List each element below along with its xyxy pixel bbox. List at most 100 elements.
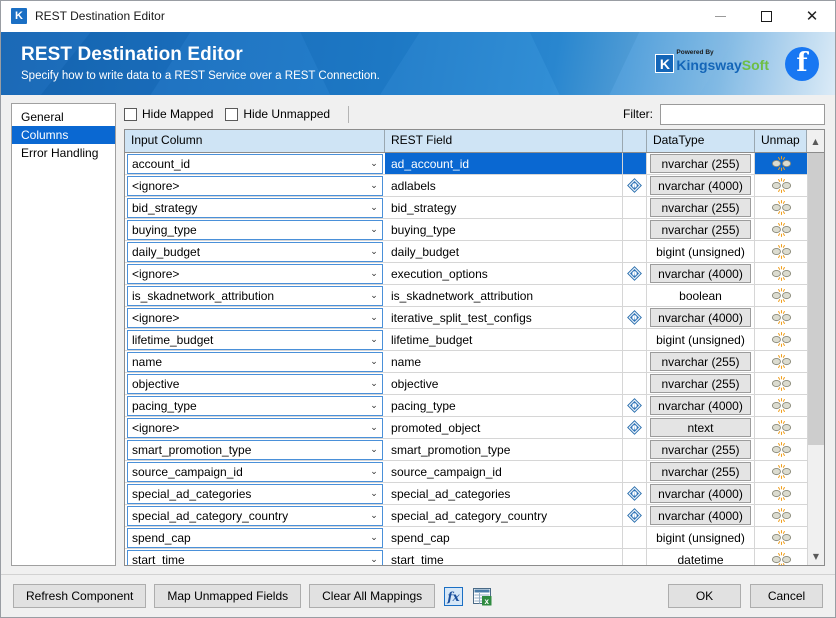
table-row[interactable]: is_skadnetwork_attribution ⌄ is_skadnetwor… xyxy=(125,285,807,307)
datatype-cell[interactable]: nvarchar (255) xyxy=(647,197,755,218)
input-column-combobox[interactable]: <ignore> ⌄ xyxy=(127,175,383,196)
chevron-down-icon[interactable]: ⌄ xyxy=(366,419,382,437)
unmap-icon[interactable] xyxy=(771,200,792,215)
complex-field-flag-cell[interactable] xyxy=(623,241,647,262)
chevron-down-icon[interactable]: ⌄ xyxy=(366,221,382,239)
unmap-cell[interactable] xyxy=(755,153,807,174)
datatype-button[interactable]: nvarchar (4000) xyxy=(650,308,751,327)
rest-field-cell[interactable]: bid_strategy xyxy=(385,197,623,218)
unmap-cell[interactable] xyxy=(755,263,807,284)
unmap-cell[interactable] xyxy=(755,505,807,526)
table-row[interactable]: name ⌄ name nvarchar (255) xyxy=(125,351,807,373)
input-column-combobox[interactable]: special_ad_categories ⌄ xyxy=(127,483,383,504)
table-row[interactable]: pacing_type ⌄ pacing_type i nvarchar (4000) xyxy=(125,395,807,417)
unmap-cell[interactable] xyxy=(755,395,807,416)
table-row[interactable]: <ignore> ⌄ adlabels i nvarchar (4000) xyxy=(125,175,807,197)
grid-header-datatype[interactable]: DataType xyxy=(647,130,755,152)
close-button[interactable]: ✕ xyxy=(789,1,835,32)
input-column-combobox[interactable]: is_skadnetwork_attribution ⌄ xyxy=(127,285,383,306)
unmap-icon[interactable] xyxy=(771,420,792,435)
unmap-cell[interactable] xyxy=(755,219,807,240)
unmap-cell[interactable] xyxy=(755,527,807,548)
filter-input[interactable] xyxy=(660,103,825,125)
datatype-button[interactable]: ntext xyxy=(650,418,751,437)
table-row[interactable]: <ignore> ⌄ iterative_split_test_configs i nv… xyxy=(125,307,807,329)
unmap-cell[interactable] xyxy=(755,461,807,482)
table-row[interactable]: lifetime_budget ⌄ lifetime_budget bigint (u… xyxy=(125,329,807,351)
input-column-combobox[interactable]: objective ⌄ xyxy=(127,373,383,394)
table-row[interactable]: special_ad_categories ⌄ special_ad_categor… xyxy=(125,483,807,505)
table-row[interactable]: smart_promotion_type ⌄ smart_promotion_typ… xyxy=(125,439,807,461)
datatype-button[interactable]: nvarchar (255) xyxy=(650,374,751,393)
scrollbar-up-button[interactable]: ▲ xyxy=(807,130,824,152)
complex-field-flag-cell[interactable] xyxy=(623,439,647,460)
unmap-icon[interactable] xyxy=(771,266,792,281)
datatype-button[interactable]: nvarchar (255) xyxy=(650,198,751,217)
minimize-button[interactable] xyxy=(697,1,743,32)
input-column-combobox[interactable]: start_time ⌄ xyxy=(127,549,383,566)
unmap-icon[interactable] xyxy=(771,288,792,303)
expression-fx-button[interactable]: fx xyxy=(443,586,464,607)
rest-field-cell[interactable]: start_time xyxy=(385,549,623,565)
chevron-down-icon[interactable]: ⌄ xyxy=(366,529,382,547)
unmap-icon[interactable] xyxy=(771,222,792,237)
rest-field-cell[interactable]: objective xyxy=(385,373,623,394)
complex-field-flag-cell[interactable]: i xyxy=(623,417,647,438)
chevron-down-icon[interactable]: ⌄ xyxy=(366,551,382,566)
datatype-cell[interactable]: nvarchar (255) xyxy=(647,219,755,240)
input-column-combobox[interactable]: <ignore> ⌄ xyxy=(127,263,383,284)
datatype-cell[interactable]: nvarchar (4000) xyxy=(647,483,755,504)
datatype-cell[interactable]: nvarchar (255) xyxy=(647,439,755,460)
table-row[interactable]: special_ad_category_country ⌄ special_ad_c… xyxy=(125,505,807,527)
chevron-down-icon[interactable]: ⌄ xyxy=(366,199,382,217)
complex-field-flag-cell[interactable] xyxy=(623,153,647,174)
datatype-cell[interactable]: boolean xyxy=(647,285,755,306)
table-row[interactable]: objective ⌄ objective nvarchar (255) xyxy=(125,373,807,395)
rest-field-cell[interactable]: execution_options xyxy=(385,263,623,284)
rest-field-cell[interactable]: buying_type xyxy=(385,219,623,240)
grid-header-rest-field[interactable]: REST Field xyxy=(385,130,623,152)
datatype-button[interactable]: nvarchar (4000) xyxy=(650,396,751,415)
chevron-down-icon[interactable]: ⌄ xyxy=(366,485,382,503)
chevron-down-icon[interactable]: ⌄ xyxy=(366,441,382,459)
complex-field-flag-cell[interactable] xyxy=(623,527,647,548)
chevron-down-icon[interactable]: ⌄ xyxy=(366,309,382,327)
table-row[interactable]: source_campaign_id ⌄ source_campaign_id nva… xyxy=(125,461,807,483)
chevron-down-icon[interactable]: ⌄ xyxy=(366,397,382,415)
complex-field-flag-cell[interactable] xyxy=(623,197,647,218)
grid-header-input-column[interactable]: Input Column xyxy=(125,130,385,152)
unmap-cell[interactable] xyxy=(755,483,807,504)
unmap-cell[interactable] xyxy=(755,197,807,218)
unmap-icon[interactable] xyxy=(771,486,792,501)
complex-field-flag-cell[interactable] xyxy=(623,285,647,306)
rest-field-cell[interactable]: ad_account_id xyxy=(385,153,623,174)
unmap-icon[interactable] xyxy=(771,354,792,369)
rest-field-cell[interactable]: iterative_split_test_configs xyxy=(385,307,623,328)
datatype-cell[interactable]: nvarchar (4000) xyxy=(647,395,755,416)
rest-field-cell[interactable]: lifetime_budget xyxy=(385,329,623,350)
datatype-cell[interactable]: nvarchar (255) xyxy=(647,373,755,394)
cancel-button[interactable]: Cancel xyxy=(750,584,823,608)
grid-vertical-scrollbar[interactable]: ▼ xyxy=(807,153,824,565)
scrollbar-down-button[interactable]: ▼ xyxy=(808,548,824,565)
complex-field-flag-cell[interactable] xyxy=(623,549,647,565)
datatype-cell[interactable]: bigint (unsigned) xyxy=(647,241,755,262)
input-column-combobox[interactable]: account_id ⌄ xyxy=(127,153,383,174)
rest-field-cell[interactable]: daily_budget xyxy=(385,241,623,262)
scrollbar-track[interactable] xyxy=(808,153,824,548)
complex-field-flag-cell[interactable] xyxy=(623,461,647,482)
table-row[interactable]: account_id ⌄ ad_account_id nvarchar (255) xyxy=(125,153,807,175)
complex-field-flag-cell[interactable]: i xyxy=(623,395,647,416)
table-row[interactable]: daily_budget ⌄ daily_budget bigint (unsigne… xyxy=(125,241,807,263)
rest-field-cell[interactable]: pacing_type xyxy=(385,395,623,416)
rest-field-cell[interactable]: promoted_object xyxy=(385,417,623,438)
unmap-icon[interactable] xyxy=(771,244,792,259)
chevron-down-icon[interactable]: ⌄ xyxy=(366,507,382,525)
chevron-down-icon[interactable]: ⌄ xyxy=(366,155,382,173)
table-row[interactable]: bid_strategy ⌄ bid_strategy nvarchar (255) xyxy=(125,197,807,219)
unmap-cell[interactable] xyxy=(755,285,807,306)
datatype-button[interactable]: nvarchar (4000) xyxy=(650,506,751,525)
complex-field-flag-cell[interactable]: i xyxy=(623,483,647,504)
scrollbar-thumb[interactable] xyxy=(808,153,824,446)
datatype-button[interactable]: nvarchar (255) xyxy=(650,462,751,481)
